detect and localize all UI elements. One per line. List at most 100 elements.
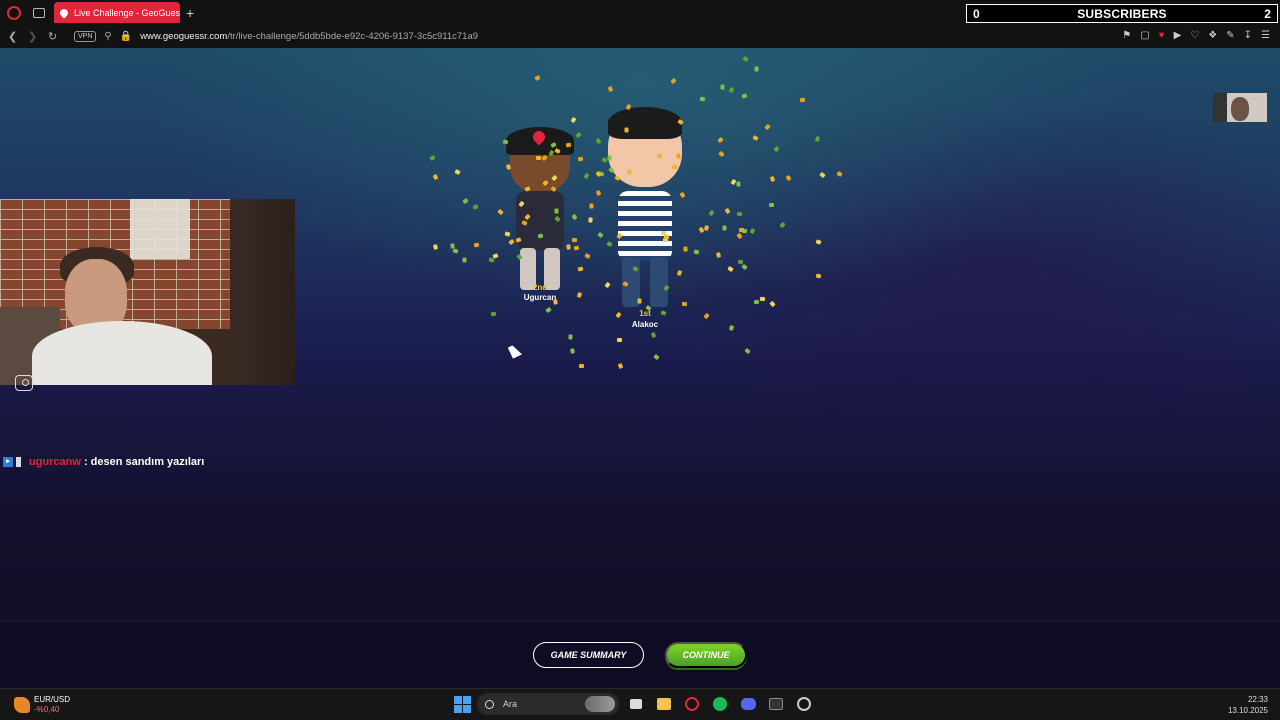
clock-time: 22:33 [1247, 695, 1268, 704]
result-actions: GAME SUMMARY CONTINUE [0, 621, 1280, 688]
second-rank-label: 2nd [532, 283, 548, 292]
confetti-piece [799, 97, 806, 103]
profile-icon[interactable]: ✎ [1226, 30, 1234, 41]
confetti-piece [819, 172, 827, 179]
address-bar: ❮ ❯ ↻ VPN ⚲ 🔒 www.geoguessr.com/tr/live-… [0, 25, 1280, 71]
back-icon[interactable]: ❮ [8, 30, 20, 43]
confetti-piece [536, 155, 542, 160]
confetti-piece [533, 74, 541, 81]
chart-widget-icon [14, 697, 30, 713]
confetti-piece [727, 265, 734, 272]
task-view-icon[interactable] [625, 693, 647, 715]
opera-taskbar-icon[interactable] [681, 693, 703, 715]
confetti-piece [583, 252, 591, 259]
tab-switcher-icon[interactable] [33, 7, 45, 18]
confetti-piece [661, 231, 667, 236]
lock-icon[interactable]: 🔒 [120, 31, 132, 42]
chat-bubble-icon[interactable] [15, 375, 33, 391]
confetti-piece [588, 217, 594, 224]
extensions-icon[interactable]: ❖ [1208, 30, 1217, 41]
forward-icon[interactable]: ❯ [28, 30, 40, 43]
confetti-piece [675, 152, 681, 159]
confetti-piece [693, 249, 700, 255]
mobile-badge-icon [16, 457, 21, 467]
url-path: /tr/live-challenge/5ddb5bde-e92c-4206-91… [227, 31, 479, 42]
discord-icon[interactable] [737, 693, 759, 715]
windows-taskbar: EUR/USD -%0,40 Ara 22:33 13.10.2025 [0, 688, 1280, 720]
first-player-name: Alakoc [631, 320, 659, 329]
tab-title: Live Challenge - GeoGuessr [74, 7, 180, 18]
confetti-piece [454, 168, 461, 175]
download-icon[interactable]: ↧ [1244, 30, 1252, 41]
confetti-piece [716, 251, 722, 258]
spotify-icon[interactable] [709, 693, 731, 715]
subscriber-count-right: 2 [1264, 6, 1271, 21]
search-icon [485, 699, 494, 709]
pocket-icon[interactable]: ♥ [1159, 30, 1165, 41]
reload-icon[interactable]: ↻ [48, 30, 60, 43]
search-placeholder: Ara [503, 699, 518, 709]
confetti-piece [764, 123, 771, 130]
chat-username: ugurcanw [29, 456, 81, 468]
windows-start-icon[interactable] [454, 695, 471, 713]
menu-icon[interactable]: ☰ [1261, 30, 1270, 41]
continue-button[interactable]: CONTINUE [665, 642, 747, 668]
file-explorer-icon[interactable] [653, 693, 675, 715]
confetti-piece [577, 291, 583, 298]
confetti-piece [736, 181, 741, 187]
confetti-piece [554, 208, 559, 214]
clock-date: 13.10.2025 [1227, 706, 1268, 715]
opera-icon[interactable] [7, 5, 21, 20]
play-icon[interactable]: ▶ [1174, 30, 1182, 41]
terminal-icon[interactable] [765, 693, 787, 715]
vpn-badge[interactable]: VPN [74, 31, 97, 42]
confetti-piece [472, 204, 479, 210]
confetti-piece [724, 207, 732, 214]
taskbar-search[interactable]: Ara [477, 693, 619, 715]
new-tab-button[interactable]: + [186, 5, 194, 21]
confetti-piece [785, 174, 792, 181]
confetti-piece [742, 55, 750, 63]
subscriber-label: SUBSCRIBERS [1077, 6, 1167, 21]
confetti-piece [779, 221, 786, 229]
taskbar-apps: Ara [454, 693, 815, 715]
confetti-piece [769, 176, 775, 183]
confetti-piece [432, 173, 439, 180]
confetti-piece [741, 263, 748, 271]
confetti-piece [577, 266, 584, 272]
url-field[interactable]: www.geoguessr.com/tr/live-challenge/5ddb… [140, 31, 478, 42]
confetti-piece [815, 273, 822, 279]
chat-text: desen sandım yazıları [90, 456, 205, 468]
confetti-piece [681, 301, 688, 306]
tab-live-challenge[interactable]: Live Challenge - GeoGuessr [54, 2, 180, 23]
currency-widget[interactable]: EUR/USD -%0,40 [14, 695, 70, 715]
confetti-piece [815, 239, 822, 246]
confetti-piece [452, 248, 459, 254]
steam-icon[interactable] [793, 693, 815, 715]
confetti-piece [737, 259, 744, 265]
key-icon[interactable]: ⚲ [104, 31, 111, 42]
chat-separator: : [83, 456, 88, 468]
confetti-piece [589, 203, 594, 210]
pin-icon[interactable]: ⚑ [1122, 30, 1131, 41]
system-clock[interactable]: 22:33 13.10.2025 [1228, 694, 1268, 716]
chat-badge-icon: ▸ [3, 457, 13, 467]
confetti-piece [814, 135, 821, 143]
confetti-piece [607, 155, 612, 161]
game-summary-button[interactable]: GAME SUMMARY [533, 642, 644, 668]
confetti-piece [718, 150, 725, 158]
confetti-piece [703, 225, 710, 232]
confetti-piece [663, 235, 669, 240]
confetti-piece [565, 244, 571, 251]
confetti-piece [752, 134, 759, 141]
confetti-piece [607, 85, 614, 92]
confetti-piece [759, 296, 766, 302]
confetti-piece [671, 165, 677, 170]
heart-icon[interactable]: ♡ [1190, 30, 1199, 41]
confetti-piece [568, 334, 573, 340]
snapshot-icon[interactable]: ▢ [1140, 30, 1149, 41]
confetti-piece [544, 307, 552, 314]
confetti-piece [720, 84, 726, 90]
confetti-piece [579, 364, 585, 369]
chat-message: ▸ ugurcanw : desen sandım yazıları [3, 456, 204, 468]
